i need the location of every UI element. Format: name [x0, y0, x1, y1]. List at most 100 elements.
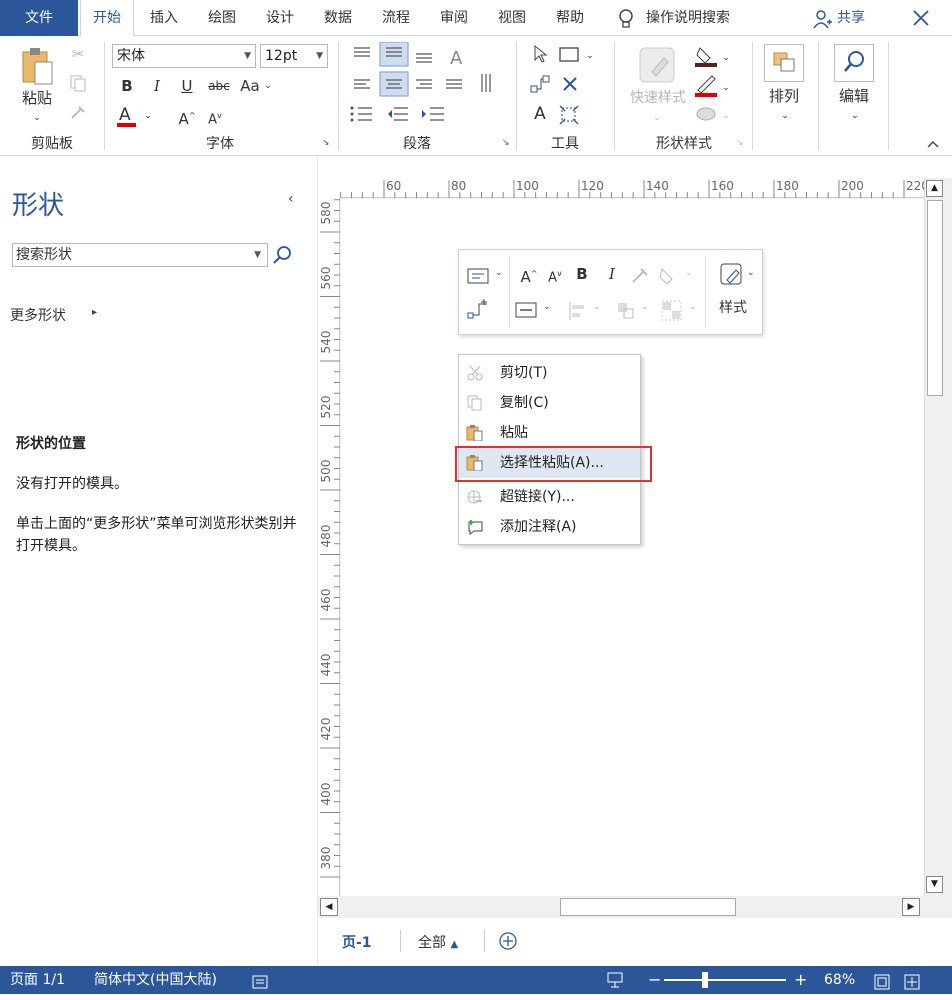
zoom-slider-track[interactable] [664, 979, 786, 981]
share-button[interactable]: 共享 [834, 0, 868, 36]
tell-me-search[interactable]: 操作说明搜索 [646, 0, 750, 36]
edit-button[interactable]: 编辑 [830, 86, 878, 106]
shape-style-icon[interactable] [719, 262, 745, 288]
scroll-right-arrow-icon[interactable]: ▶ [902, 898, 920, 916]
arrange-button[interactable]: 排列 [760, 86, 808, 106]
quick-styles-button[interactable]: 快速样式 [622, 88, 694, 108]
search-icon[interactable] [270, 243, 294, 267]
mini-bold-button[interactable]: B [573, 264, 591, 284]
italic-button[interactable]: I [146, 76, 168, 96]
close-icon[interactable] [912, 9, 930, 27]
tab-help[interactable]: 帮助 [546, 0, 594, 36]
collapse-ribbon-icon[interactable] [926, 138, 940, 150]
mini-italic-button[interactable]: I [603, 264, 621, 284]
pan-zoom-window-icon[interactable] [904, 972, 920, 990]
connection-point-icon[interactable] [558, 104, 580, 126]
text-block-icon[interactable] [467, 266, 489, 286]
scroll-left-arrow-icon[interactable]: ◀ [320, 898, 338, 916]
tab-file[interactable]: 文件 [0, 0, 78, 36]
paste-button[interactable]: 粘贴 [14, 88, 60, 108]
scroll-down-arrow-icon[interactable]: ▼ [926, 876, 943, 893]
find-icon[interactable] [834, 44, 874, 82]
shrink-font-icon[interactable]: Av [204, 106, 226, 130]
pointer-tool-icon[interactable] [530, 44, 550, 64]
rectangle-tool-icon[interactable] [558, 46, 580, 64]
chevron-down-icon[interactable]: ⌄ [495, 268, 503, 278]
page-tab-current[interactable]: 页-1 [342, 932, 372, 952]
font-name-select[interactable]: 宋体 ▼ [112, 44, 256, 68]
tab-design[interactable]: 设计 [256, 0, 304, 36]
strikethrough-button[interactable]: abc [204, 76, 234, 96]
close-x-tool-icon[interactable] [560, 74, 580, 94]
connector-icon[interactable] [467, 296, 489, 320]
add-page-icon[interactable] [498, 931, 518, 951]
vertical-scroll-thumb[interactable] [927, 200, 943, 396]
fill-bucket-icon[interactable] [694, 44, 718, 68]
paragraph-dialog-launcher-icon[interactable]: ↘ [502, 138, 512, 148]
chevron-down-icon[interactable]: ⌄ [747, 268, 755, 278]
tab-review[interactable]: 审阅 [430, 0, 478, 36]
cut-icon[interactable]: ✂ [67, 44, 89, 64]
text-tool-icon[interactable]: A [530, 104, 550, 124]
quick-styles-icon[interactable] [638, 46, 678, 86]
connector-tool-icon[interactable] [530, 74, 550, 94]
align-shapes-icon[interactable] [567, 300, 589, 322]
zoom-level[interactable]: 68% [824, 966, 855, 994]
copy-icon[interactable] [67, 74, 89, 97]
menu-item-cut[interactable]: 剪切(T) [459, 358, 640, 388]
lightbulb-icon[interactable] [616, 8, 636, 30]
underline-button[interactable]: U [176, 76, 198, 96]
zoom-out-button[interactable]: − [648, 966, 661, 994]
horizontal-scrollbar[interactable]: ◀ ▶ [318, 896, 924, 918]
chevron-down-icon[interactable]: ⌄ [142, 106, 154, 126]
position-icon[interactable] [615, 300, 637, 322]
search-shapes-input[interactable]: 搜索形状 ▼ [12, 243, 268, 267]
fill-icon[interactable] [657, 264, 679, 286]
align-text-icon[interactable] [515, 300, 537, 320]
font-size-select[interactable]: 12pt ▼ [260, 44, 328, 68]
chevron-down-icon[interactable]: ⌄ [720, 78, 732, 98]
menu-item-paste[interactable]: 粘贴 [459, 418, 640, 448]
change-case-button[interactable]: Aa [238, 76, 262, 96]
tab-home[interactable]: 开始 [80, 0, 134, 37]
menu-item-copy[interactable]: 复制(C) [459, 388, 640, 418]
collapse-panel-chevron-icon[interactable]: ‹ [288, 191, 294, 207]
chevron-down-icon[interactable]: ⌄ [262, 76, 274, 96]
arrange-icon[interactable] [764, 44, 804, 82]
grow-font-icon[interactable]: A^ [176, 106, 198, 129]
menu-item-add-comment[interactable]: 添加注释(A) [459, 512, 640, 542]
mini-style-button[interactable]: 样式 [711, 298, 755, 318]
tab-view[interactable]: 视图 [488, 0, 536, 36]
format-painter-icon[interactable] [629, 264, 651, 286]
bold-button[interactable]: B [116, 76, 138, 96]
more-shapes-menu[interactable]: 更多形状 [10, 305, 66, 325]
group-icon[interactable] [661, 300, 683, 322]
presentation-mode-icon[interactable] [606, 971, 624, 989]
chevron-right-icon[interactable]: ▸ [92, 307, 97, 318]
font-color-icon[interactable]: A [116, 104, 138, 130]
zoom-slider-thumb[interactable] [702, 972, 708, 988]
all-pages-button[interactable]: 全部 ▲ [418, 932, 458, 952]
tab-insert[interactable]: 插入 [140, 0, 188, 36]
tab-process[interactable]: 流程 [372, 0, 420, 36]
page-count-status[interactable]: 页面 1/1 [10, 966, 65, 994]
tab-data[interactable]: 数据 [314, 0, 362, 36]
grow-font-icon[interactable]: A^ [519, 264, 539, 287]
shrink-font-icon[interactable]: Av [545, 264, 565, 288]
chevron-down-icon[interactable]: ⌄ [720, 48, 732, 68]
effects-icon[interactable] [694, 104, 718, 124]
macro-recording-icon[interactable] [252, 972, 268, 989]
language-status[interactable]: 简体中文(中国大陆) [94, 966, 217, 994]
scroll-up-arrow-icon[interactable]: ▲ [926, 180, 943, 197]
zoom-in-button[interactable]: + [794, 966, 807, 994]
line-color-icon[interactable] [694, 74, 718, 98]
font-dialog-launcher-icon[interactable]: ↘ [322, 138, 332, 148]
chevron-down-icon[interactable]: ⌄ [543, 302, 551, 312]
chevron-down-icon[interactable]: ▼ [254, 244, 261, 266]
format-painter-icon[interactable] [67, 104, 89, 127]
chevron-down-icon[interactable]: ⌄ [584, 46, 596, 66]
shape-styles-dialog-launcher-icon[interactable]: ↘ [736, 138, 746, 148]
vertical-scrollbar[interactable]: ▲ ▼ [924, 178, 944, 896]
paste-icon[interactable] [20, 46, 54, 86]
menu-item-hyperlink[interactable]: 超链接(Y)... [459, 482, 640, 512]
